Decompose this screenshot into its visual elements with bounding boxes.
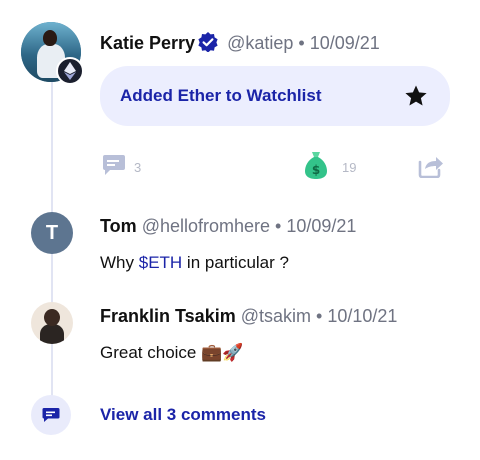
tom-avatar-initial: T	[45, 221, 59, 244]
comment-handle[interactable]: @hellofromhere	[142, 216, 270, 236]
comment-button[interactable]: 3	[102, 154, 141, 181]
post-author-name[interactable]: Katie Perry	[100, 33, 195, 53]
comments-icon[interactable]	[31, 395, 71, 435]
comment-separator: •	[275, 216, 282, 236]
post-date: 10/09/21	[309, 33, 380, 53]
view-all-comments-link[interactable]: View all 3 comments	[100, 405, 266, 425]
tom-avatar[interactable]: T	[31, 212, 73, 254]
verified-icon	[198, 32, 218, 57]
ethereum-icon	[56, 57, 84, 85]
comment-separator: •	[316, 306, 323, 326]
comment-handle[interactable]: @tsakim	[241, 306, 311, 326]
comment-text-start: Why	[100, 253, 139, 272]
comment-header: Tom @hellofromhere • 10/09/21	[100, 216, 356, 237]
franklin-avatar[interactable]	[31, 302, 73, 344]
post-handle[interactable]: @katiep	[227, 33, 293, 53]
watchlist-card[interactable]: Added Ether to Watchlist	[100, 66, 450, 126]
comment-text-end: in particular ?	[182, 253, 289, 272]
svg-text:$: $	[312, 163, 320, 177]
tip-button[interactable]: $ 19	[304, 150, 356, 185]
comment-text: Why $ETH in particular ?	[100, 253, 289, 273]
comment-count: 3	[134, 160, 142, 175]
money-bag-icon: $	[304, 150, 328, 185]
eth-ticker-link[interactable]: $ETH	[139, 253, 182, 272]
share-button[interactable]	[418, 154, 444, 183]
comment-icon	[102, 154, 126, 181]
comment-date: 10/09/21	[286, 216, 357, 236]
post-actions: 3 $ 19	[100, 152, 450, 182]
comment-author-name[interactable]: Franklin Tsakim	[100, 306, 236, 326]
comment-header: Franklin Tsakim @tsakim • 10/10/21	[100, 306, 397, 327]
comment-date: 10/10/21	[327, 306, 398, 326]
comment-text: Great choice 💼🚀	[100, 343, 243, 363]
comment-text-main: Great choice	[100, 343, 197, 362]
star-icon[interactable]	[402, 82, 430, 110]
emoji-icons: 💼🚀	[201, 343, 244, 362]
share-icon	[418, 154, 444, 183]
post-header: Katie Perry @katiep • 10/09/21	[100, 32, 380, 57]
tip-count: 19	[342, 160, 357, 175]
post-separator: •	[298, 33, 305, 53]
watchlist-text: Added Ether to Watchlist	[120, 86, 322, 105]
comment-author-name[interactable]: Tom	[100, 216, 137, 236]
